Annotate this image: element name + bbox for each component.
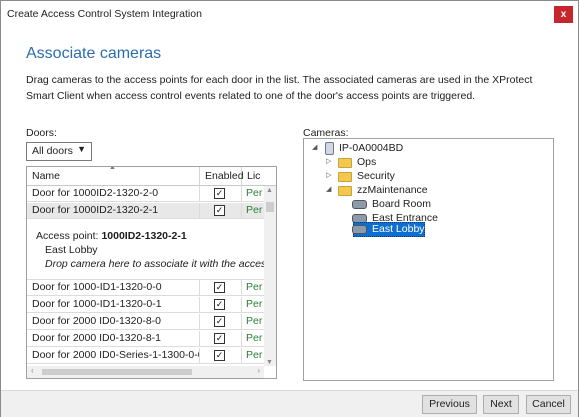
door-name: Door for 1000-ID1-1320-0-0 [27, 280, 200, 296]
scroll-right-icon[interactable]: › [257, 366, 260, 375]
license-status: Per [246, 204, 263, 216]
enabled-checkbox[interactable]: ✓ [214, 333, 225, 344]
page-description: Drag cameras to the access points for ea… [26, 74, 533, 102]
camera-icon [352, 225, 367, 234]
enabled-checkbox[interactable]: ✓ [214, 299, 225, 310]
previous-button[interactable]: Previous [422, 395, 477, 414]
table-row-selected[interactable]: Door for 1000ID2-1320-2-1 ✓ Per [27, 203, 264, 219]
door-name: Door for 2000 ID0-1320-8-0 [27, 314, 200, 330]
door-name: Door for 1000-ID1-1320-0-1 [27, 297, 200, 313]
close-button[interactable]: x [554, 6, 573, 23]
table-row[interactable]: Door for 2000 ID0-1320-8-1 ✓ Per [27, 331, 264, 347]
cameras-tree[interactable]: ◢ IP-0A0004BD ▷ Ops ▷ Security ◢ zzMaint… [303, 138, 554, 381]
license-status: Per [246, 298, 263, 310]
scroll-left-icon[interactable]: ‹ [31, 366, 34, 375]
column-license-label: Lic [247, 170, 261, 182]
sort-ascending-icon: ▲ [109, 166, 116, 171]
tree-node-label: zzMaintenance [357, 184, 428, 196]
enabled-checkbox[interactable]: ✓ [214, 350, 225, 361]
table-row[interactable]: Door for 2000 ID0-1320-8-0 ✓ Per [27, 314, 264, 330]
doors-grid[interactable]: Name ▲ Enabled Lic Door for 1000ID2-1320… [26, 166, 277, 379]
access-point-value: 1000ID2-1320-2-1 [101, 230, 187, 242]
doors-filter-dropdown[interactable]: All doors ▼ [26, 142, 92, 161]
scroll-down-icon[interactable]: ▼ [266, 359, 273, 366]
folder-icon [338, 172, 352, 182]
enabled-checkbox[interactable]: ✓ [214, 188, 225, 199]
scroll-thumb-horizontal[interactable] [42, 369, 192, 375]
enabled-checkbox[interactable]: ✓ [214, 282, 225, 293]
access-point-detail[interactable]: Access point: 1000ID2-1320-2-1 East Lobby… [27, 222, 276, 280]
grid-header: Name ▲ Enabled Lic [27, 167, 276, 186]
license-status: Per [246, 281, 263, 293]
scroll-thumb[interactable] [266, 202, 274, 212]
access-point-label: Access point: [36, 230, 99, 242]
door-name: Door for 1000ID2-1320-2-1 [27, 203, 200, 219]
table-row[interactable]: Door for 1000-ID1-1320-0-1 ✓ Per [27, 297, 264, 313]
server-icon [325, 142, 334, 155]
door-name: Door for 2000 ID0-Series-1-1300-0-0 [27, 348, 200, 364]
column-header-name[interactable]: Name ▲ [27, 167, 200, 186]
doors-filter-value: All doors [32, 145, 73, 157]
tree-node-label: Board Room [372, 198, 431, 210]
collapse-arrow-icon[interactable]: ◢ [326, 185, 331, 193]
dialog-footer: Previous Next Cancel [1, 390, 578, 417]
title-bar: Create Access Control System Integration… [1, 1, 578, 27]
expand-arrow-icon[interactable]: ▷ [326, 171, 331, 179]
table-row[interactable]: Door for 1000ID2-1320-2-0 ✓ Per [27, 186, 264, 202]
cancel-button[interactable]: Cancel [526, 395, 571, 414]
window-title: Create Access Control System Integration [7, 8, 202, 20]
camera-icon [352, 200, 367, 209]
table-row[interactable]: Door for 2000 ID0-Series-1-1300-0-0 ✓ Pe… [27, 348, 264, 364]
tree-node-label: East Lobby [372, 223, 425, 235]
access-point-location: East Lobby [45, 244, 98, 256]
collapse-arrow-icon[interactable]: ◢ [312, 143, 317, 151]
page-heading: Associate cameras [26, 45, 162, 62]
vertical-scrollbar[interactable]: ▲ ▼ [264, 186, 276, 366]
enabled-checkbox[interactable]: ✓ [214, 316, 225, 327]
column-enabled-label: Enabled [205, 170, 244, 182]
drop-camera-hint: Drop camera here to associate it with th… [45, 258, 277, 270]
table-row[interactable]: Door for 1000-ID1-1320-0-0 ✓ Per [27, 280, 264, 296]
expand-arrow-icon[interactable]: ▷ [326, 157, 331, 165]
chevron-down-icon: ▼ [77, 144, 86, 154]
doors-label: Doors: [26, 127, 57, 139]
tree-node-label: IP-0A0004BD [339, 142, 404, 154]
license-status: Per [246, 332, 263, 344]
horizontal-scrollbar[interactable]: ‹ › [27, 366, 264, 378]
folder-icon [338, 158, 352, 168]
folder-icon [338, 186, 352, 196]
column-header-license[interactable]: Lic [242, 167, 276, 186]
column-header-enabled[interactable]: Enabled [200, 167, 244, 186]
door-name: Door for 1000ID2-1320-2-0 [27, 186, 200, 202]
door-name: Door for 2000 ID0-1320-8-1 [27, 331, 200, 347]
enabled-checkbox[interactable]: ✓ [214, 205, 225, 216]
license-status: Per [246, 315, 263, 327]
tree-node-label: Ops [357, 156, 377, 168]
next-button[interactable]: Next [483, 395, 519, 414]
license-status: Per [246, 349, 263, 361]
license-status: Per [246, 187, 263, 199]
tree-node-label: Security [357, 170, 395, 182]
dialog-window: Create Access Control System Integration… [0, 0, 579, 417]
column-name-label: Name [32, 170, 61, 182]
scroll-up-icon[interactable]: ▲ [266, 187, 273, 194]
